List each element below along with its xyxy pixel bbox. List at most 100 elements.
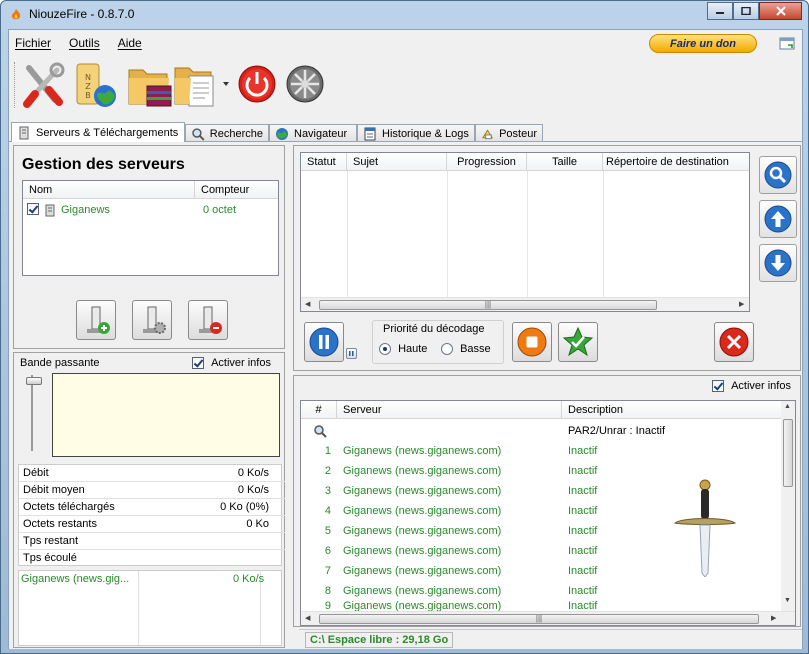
check-button[interactable] (558, 322, 598, 362)
decoder-row[interactable]: PAR2/Unrar : Inactif (301, 421, 777, 441)
download-queue-hscroll[interactable]: ◀ ||| ▶ (301, 297, 749, 311)
server-list[interactable]: Nom Compteur Giganews 0 octet (22, 180, 279, 276)
pause-button[interactable] (304, 322, 344, 362)
scroll-left-icon[interactable]: ◀ (305, 614, 310, 622)
bandwidth-slider[interactable] (26, 375, 42, 451)
scroll-right-icon[interactable]: ▶ (739, 300, 744, 308)
free-space-label: C:\ Espace libre : 29,18 Go (305, 632, 454, 648)
priority-haute[interactable]: Haute (379, 343, 427, 356)
add-server-button[interactable] (76, 300, 116, 340)
pause-icon (309, 327, 339, 357)
column-compteur[interactable]: Compteur (195, 181, 278, 199)
server-row[interactable]: Giganews 0 octet (27, 203, 277, 221)
scroll-left-icon[interactable]: ◀ (305, 300, 310, 308)
move-down-button[interactable] (759, 244, 797, 282)
scroll-down-icon[interactable]: ▼ (784, 597, 791, 604)
scroll-thumb[interactable] (783, 419, 793, 487)
title-bar[interactable]: NiouzeFire - 0.8.7.0 (1, 1, 808, 29)
connection-number: 8 (324, 585, 331, 597)
bandwidth-label: Bande passante (20, 357, 100, 369)
log-icon (364, 127, 376, 140)
power-icon[interactable] (235, 60, 283, 110)
tab-posteur[interactable]: Posteur (475, 124, 543, 142)
folder-document-icon[interactable] (173, 60, 221, 110)
connection-number: 4 (324, 505, 331, 517)
connection-speed: 0 Ko/s (233, 573, 265, 585)
scroll-up-icon[interactable]: ▲ (784, 403, 791, 410)
connection-description: Inactif (568, 585, 598, 597)
connection-server: Giganews (news.giganews.com) (343, 525, 502, 537)
server-management-title: Gestion des serveurs (22, 156, 185, 173)
cancel-download-button[interactable] (714, 322, 754, 362)
connections-vscroll[interactable]: ▲ ▼ (781, 401, 795, 611)
tab-navigateur[interactable]: Navigateur (269, 124, 357, 142)
search-download-button[interactable] (759, 156, 797, 194)
tab-label: Serveurs & Téléchargements (36, 126, 179, 139)
column-nom[interactable]: Nom (23, 181, 195, 199)
stat-key: Octets téléchargés (23, 501, 115, 513)
maximize-button[interactable] (733, 2, 759, 20)
connection-speed-list[interactable]: Giganews (news.gig... 0 Ko/s (18, 570, 282, 646)
film-reel-icon[interactable] (283, 60, 331, 110)
activer-infos-checkbox[interactable] (192, 357, 204, 370)
scroll-right-icon[interactable]: ▶ (771, 614, 776, 622)
remove-server-button[interactable] (188, 300, 228, 340)
connections-activer-infos-label: Activer infos (731, 380, 791, 392)
folder-archive-icon[interactable] (127, 60, 175, 110)
download-queue[interactable]: Statut Sujet Progression Taille Répertoi… (300, 152, 750, 312)
bandwidth-activer-infos[interactable]: Activer infos (192, 357, 271, 370)
configure-server-icon (143, 306, 166, 334)
column-progression[interactable]: Progression (447, 153, 527, 171)
scroll-thumb[interactable]: ||| (319, 300, 657, 310)
minimize-button[interactable] (707, 2, 733, 20)
move-up-button[interactable] (759, 200, 797, 238)
pause-options-button[interactable] (346, 348, 357, 359)
priority-basse[interactable]: Basse (441, 343, 491, 356)
tab-historique[interactable]: Historique & Logs (357, 124, 475, 142)
tab-label: Navigateur (294, 127, 348, 140)
priority-haute-radio[interactable] (379, 343, 391, 356)
donate-button[interactable]: Faire un don (649, 34, 757, 53)
close-button[interactable] (759, 2, 802, 20)
tab-serveurs[interactable]: Serveurs & Téléchargements (11, 122, 185, 142)
stat-value: 0 Ko/s (237, 484, 269, 496)
column-sujet[interactable]: Sujet (347, 153, 447, 171)
server-enabled-checkbox[interactable] (27, 203, 39, 216)
connection-name: Giganews (news.gig... (21, 573, 130, 585)
priority-basse-radio[interactable] (441, 343, 453, 356)
server-counter: 0 octet (203, 204, 237, 216)
connection-row[interactable]: 8 Giganews (news.giganews.com) Inactif (301, 581, 777, 601)
connection-server: Giganews (news.giganews.com) (343, 445, 502, 457)
add-server-icon (87, 306, 110, 334)
stop-button[interactable] (512, 322, 552, 362)
menu-fichier[interactable]: Fichier (15, 36, 51, 50)
connections-activer-infos[interactable]: Activer infos (712, 380, 791, 393)
stat-row: Octets restants 0 Ko (19, 516, 285, 533)
configure-server-button[interactable] (132, 300, 172, 340)
pause-small-icon (349, 351, 354, 356)
scroll-thumb[interactable]: ||| (319, 614, 759, 624)
minimize-to-tray-icon[interactable] (779, 36, 795, 50)
dropdown-arrow-icon[interactable] (223, 82, 229, 86)
connection-row[interactable]: 9 Giganews (news.giganews.com) Inactif (301, 601, 777, 611)
connections-list[interactable]: # Serveur Description PAR2/Unrar : Inact… (300, 400, 796, 626)
column-number[interactable]: # (301, 401, 337, 419)
tab-strip: Serveurs & Téléchargements Recherche Nav… (9, 122, 802, 142)
column-statut[interactable]: Statut (301, 153, 347, 171)
nzb-globe-icon[interactable]: N Z B (73, 60, 121, 110)
connections-hscroll[interactable]: ◀ ||| ▶ (301, 611, 795, 625)
server-list-header: Nom Compteur (23, 181, 278, 199)
column-serveur[interactable]: Serveur (337, 401, 562, 419)
tools-icon[interactable] (19, 60, 67, 110)
menu-bar: Fichier Outils Aide Faire un don (9, 30, 802, 56)
connection-row[interactable]: 1 Giganews (news.giganews.com) Inactif (301, 441, 777, 461)
tab-recherche[interactable]: Recherche (185, 124, 269, 142)
connection-description: Inactif (568, 525, 598, 537)
column-repertoire[interactable]: Répertoire de destination (603, 153, 749, 171)
connection-server: Giganews (news.giganews.com) (343, 601, 502, 611)
column-description[interactable]: Description (562, 401, 781, 419)
connections-activer-infos-checkbox[interactable] (712, 380, 724, 393)
column-taille[interactable]: Taille (527, 153, 603, 171)
menu-aide[interactable]: Aide (118, 36, 142, 50)
menu-outils[interactable]: Outils (69, 36, 100, 50)
